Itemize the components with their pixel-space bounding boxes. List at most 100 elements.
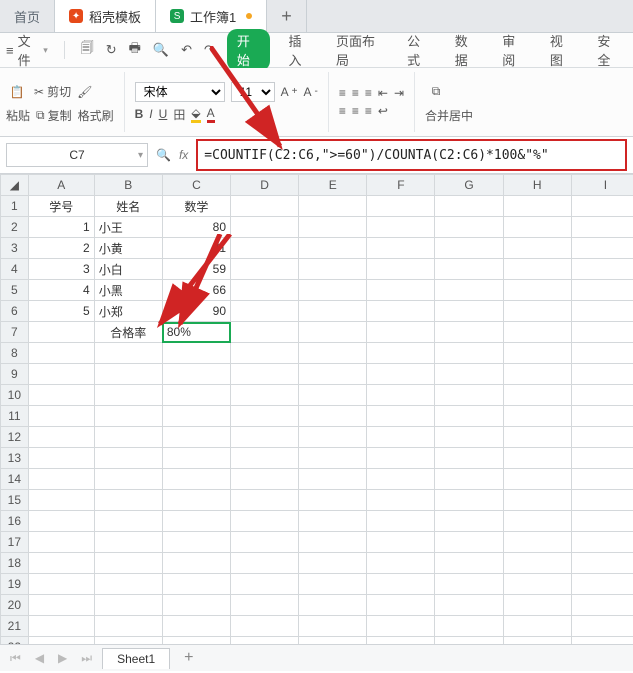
cell[interactable]: [367, 301, 435, 322]
cell[interactable]: [503, 301, 571, 322]
cell[interactable]: [299, 637, 367, 645]
cell[interactable]: [299, 532, 367, 553]
cell[interactable]: [28, 448, 94, 469]
cell[interactable]: [435, 469, 503, 490]
cell[interactable]: [28, 406, 94, 427]
cell[interactable]: [571, 553, 633, 574]
cell[interactable]: [299, 217, 367, 238]
cell[interactable]: [94, 385, 162, 406]
cell[interactable]: 小白: [94, 259, 162, 280]
cell[interactable]: [435, 259, 503, 280]
cell[interactable]: [299, 238, 367, 259]
copy-button[interactable]: ⧉ 复制: [36, 107, 72, 124]
row-header[interactable]: 3: [1, 238, 29, 259]
decrease-font-button[interactable]: A-: [303, 85, 317, 99]
cell[interactable]: [299, 196, 367, 217]
tab-home[interactable]: 首页: [0, 0, 55, 32]
menu-page-layout[interactable]: 页面布局: [330, 29, 389, 71]
cell[interactable]: [435, 616, 503, 637]
cell[interactable]: [162, 448, 230, 469]
cell[interactable]: [162, 364, 230, 385]
cell[interactable]: [94, 343, 162, 364]
paste-button[interactable]: 📋: [6, 81, 28, 103]
cell[interactable]: [571, 427, 633, 448]
name-box[interactable]: C7 ▾: [6, 143, 148, 167]
sheet-nav-last[interactable]: ⏭: [77, 651, 96, 666]
cell[interactable]: [435, 574, 503, 595]
underline-button[interactable]: U: [159, 107, 168, 121]
cell[interactable]: [503, 427, 571, 448]
cell[interactable]: 66: [162, 280, 230, 301]
cell[interactable]: [231, 280, 299, 301]
cell[interactable]: [571, 385, 633, 406]
cut-button[interactable]: ✂ 剪切: [34, 83, 71, 100]
cell[interactable]: [231, 616, 299, 637]
formula-input[interactable]: =COUNTIF(C2:C6,">=60")/COUNTA(C2:C6)*100…: [196, 139, 627, 171]
cell[interactable]: [28, 322, 94, 343]
cell[interactable]: [299, 364, 367, 385]
cell[interactable]: [571, 469, 633, 490]
row-header[interactable]: 8: [1, 343, 29, 364]
cell[interactable]: [503, 532, 571, 553]
cell[interactable]: [28, 343, 94, 364]
cell[interactable]: [435, 637, 503, 645]
cell[interactable]: [571, 406, 633, 427]
cell[interactable]: [503, 469, 571, 490]
cell[interactable]: [94, 532, 162, 553]
format-painter-button[interactable]: 🖌: [77, 85, 92, 99]
cell[interactable]: [435, 385, 503, 406]
cell[interactable]: [162, 637, 230, 645]
cell[interactable]: [571, 217, 633, 238]
cell[interactable]: [435, 595, 503, 616]
cell[interactable]: [367, 427, 435, 448]
cell[interactable]: [571, 280, 633, 301]
cell[interactable]: [162, 469, 230, 490]
cell[interactable]: [503, 616, 571, 637]
row-header[interactable]: 12: [1, 427, 29, 448]
qa-save[interactable]: 🗐: [81, 39, 94, 61]
cell[interactable]: [367, 490, 435, 511]
cell[interactable]: [367, 259, 435, 280]
cell[interactable]: [231, 301, 299, 322]
cell[interactable]: [231, 553, 299, 574]
cell[interactable]: [435, 238, 503, 259]
menu-view[interactable]: 视图: [544, 29, 580, 71]
menu-safe[interactable]: 安全: [591, 29, 627, 71]
cell[interactable]: [94, 469, 162, 490]
cell[interactable]: [435, 553, 503, 574]
cell[interactable]: 2: [28, 238, 94, 259]
row-header[interactable]: 14: [1, 469, 29, 490]
cell[interactable]: [162, 385, 230, 406]
cell[interactable]: [162, 343, 230, 364]
qa-redo[interactable]: ↷: [204, 42, 215, 58]
cell[interactable]: [231, 490, 299, 511]
cell[interactable]: [503, 322, 571, 343]
row-header[interactable]: 16: [1, 511, 29, 532]
cell[interactable]: [571, 532, 633, 553]
menu-data[interactable]: 数据: [449, 29, 485, 71]
cell[interactable]: [571, 364, 633, 385]
cell[interactable]: [571, 595, 633, 616]
cell[interactable]: [231, 238, 299, 259]
cell[interactable]: [231, 406, 299, 427]
cell[interactable]: [299, 322, 367, 343]
cell[interactable]: [94, 490, 162, 511]
row-header[interactable]: 10: [1, 385, 29, 406]
cell[interactable]: [503, 553, 571, 574]
row-header[interactable]: 5: [1, 280, 29, 301]
cell[interactable]: [367, 574, 435, 595]
cell[interactable]: [231, 259, 299, 280]
cell[interactable]: [571, 343, 633, 364]
cell[interactable]: [299, 343, 367, 364]
cell[interactable]: [367, 322, 435, 343]
cell[interactable]: [367, 364, 435, 385]
cell[interactable]: [367, 385, 435, 406]
cell[interactable]: [231, 196, 299, 217]
align-bottom-button[interactable]: ≡: [365, 86, 372, 100]
cell[interactable]: [231, 448, 299, 469]
qa-open[interactable]: ↻: [106, 42, 117, 58]
cell[interactable]: [571, 322, 633, 343]
cell[interactable]: [28, 511, 94, 532]
cell[interactable]: [28, 427, 94, 448]
cell[interactable]: [28, 385, 94, 406]
